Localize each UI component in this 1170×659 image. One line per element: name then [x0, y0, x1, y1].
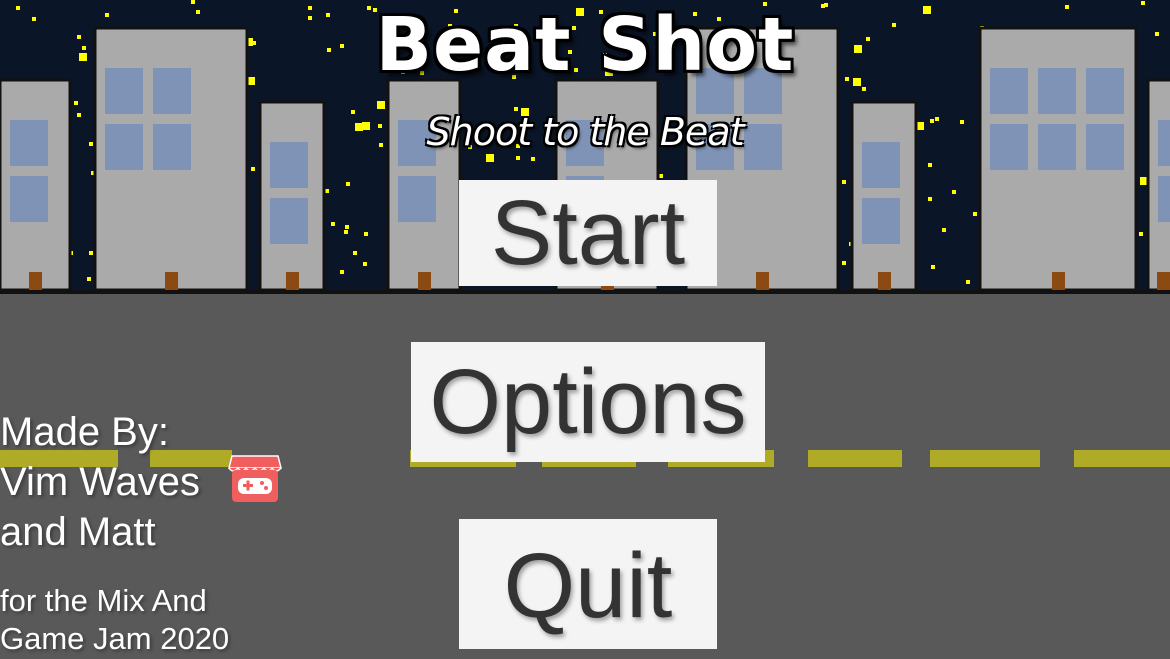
- jam-note-line1: for the Mix And: [0, 583, 207, 618]
- building-window: [270, 198, 308, 244]
- building-door: [756, 272, 769, 290]
- star: [340, 270, 344, 274]
- star: [87, 277, 91, 281]
- star: [1139, 232, 1143, 236]
- building-window: [1158, 176, 1170, 222]
- star: [516, 156, 520, 160]
- star: [346, 182, 350, 186]
- star: [531, 157, 535, 161]
- star: [931, 265, 935, 269]
- star: [952, 190, 956, 194]
- building-door: [165, 272, 178, 290]
- credits: Made By: Vim Waves and Matt: [0, 407, 200, 557]
- star: [251, 167, 255, 171]
- star: [486, 154, 494, 162]
- credits-heading: Made By:: [0, 410, 169, 454]
- building-door: [878, 272, 891, 290]
- star: [842, 180, 846, 184]
- quit-button[interactable]: Quit: [459, 519, 717, 649]
- star: [973, 212, 977, 216]
- road-edge: [0, 290, 1170, 294]
- credits-coauthor: and Matt: [0, 510, 156, 554]
- start-button[interactable]: Start: [459, 180, 717, 286]
- star: [928, 197, 932, 201]
- jam-note-line2: Game Jam 2020: [0, 621, 230, 656]
- lane-dash: [930, 450, 1040, 467]
- lane-dash: [1074, 450, 1170, 467]
- building-door: [1052, 272, 1065, 290]
- building-door: [286, 272, 299, 290]
- star: [325, 189, 329, 193]
- building-door: [418, 272, 431, 290]
- star: [364, 232, 368, 236]
- lane-dash: [808, 450, 902, 467]
- star: [331, 222, 335, 226]
- building-window: [862, 198, 900, 244]
- star: [659, 174, 663, 178]
- game-title: Beat Shot: [375, 2, 795, 88]
- credits-author: Vim Waves: [0, 460, 201, 504]
- star: [928, 163, 932, 167]
- game-subtitle: Shoot to the Beat: [426, 110, 745, 154]
- building-window: [398, 176, 436, 222]
- building-door: [1157, 272, 1170, 290]
- star: [344, 230, 348, 234]
- star: [942, 228, 946, 232]
- building-window: [10, 176, 48, 222]
- building-door: [29, 272, 42, 290]
- options-button[interactable]: Options: [411, 342, 765, 462]
- star: [842, 261, 846, 265]
- star: [345, 225, 349, 229]
- star: [363, 262, 367, 266]
- itch-io-icon[interactable]: [228, 452, 282, 504]
- star: [74, 101, 78, 105]
- star: [966, 280, 970, 284]
- jam-note: for the Mix And Game Jam 2020: [0, 582, 229, 658]
- star: [353, 251, 357, 255]
- star: [377, 101, 385, 109]
- star: [89, 251, 93, 255]
